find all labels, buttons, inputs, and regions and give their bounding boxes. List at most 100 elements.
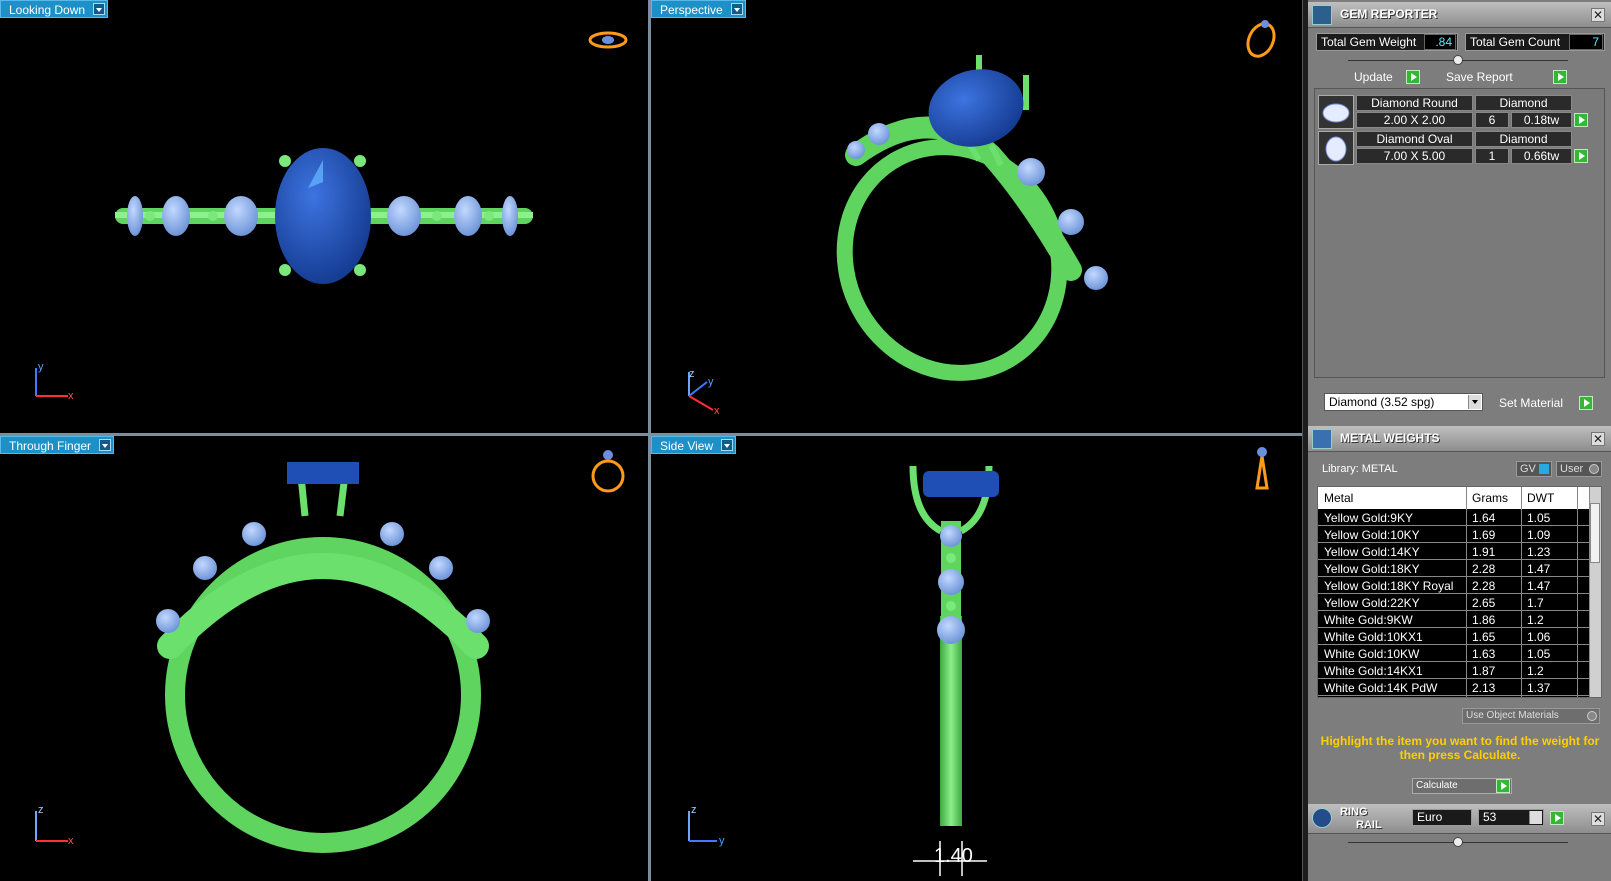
calculate-label: Calculate: [1416, 780, 1458, 791]
set-material-label: Set Material: [1499, 396, 1564, 410]
ring-rail-header[interactable]: RING RAIL Euro 53 ✕: [1308, 804, 1611, 834]
viewport-title: Looking Down: [9, 3, 86, 17]
chevron-down-icon[interactable]: [1529, 811, 1542, 824]
cell-metal: Yellow Gold:18KY: [1324, 562, 1420, 576]
cell-grams: 1.64: [1472, 511, 1496, 525]
ring-rail-slider-knob[interactable]: [1453, 837, 1463, 847]
ring-rail-go-icon[interactable]: [1550, 811, 1564, 825]
cell-grams: 1.87: [1472, 664, 1496, 678]
ring-size-standard[interactable]: Euro: [1412, 809, 1472, 826]
gv-toggle[interactable]: GV: [1516, 461, 1552, 477]
table-row[interactable]: Yellow Gold:18KY 2.28 1.47: [1318, 560, 1590, 577]
chevron-down-icon[interactable]: [1468, 395, 1481, 409]
table-row[interactable]: White Gold:10KX1 1.65 1.06: [1318, 628, 1590, 645]
small-ring-icon: [1255, 447, 1269, 490]
metal-weights-table[interactable]: Metal Grams DWT Yellow Gold:9KY 1.64 1.05 Y…: [1317, 486, 1602, 698]
user-label: User: [1560, 463, 1584, 475]
close-icon[interactable]: ✕: [1591, 812, 1605, 826]
viewport-tab-looking-down[interactable]: Looking Down: [0, 0, 109, 18]
table-row[interactable]: White Gold:14KX1 1.87 1.2: [1318, 662, 1590, 679]
viewport-splitter-horizontal[interactable]: [0, 433, 1302, 436]
library-label: Library: METAL: [1322, 463, 1398, 475]
table-row[interactable]: White Gold:9KW 1.86 1.2: [1318, 611, 1590, 628]
gem-weight: 0.18tw: [1511, 112, 1572, 128]
axis-label-y: y: [719, 835, 725, 847]
cell-grams: 2.13: [1472, 681, 1496, 695]
cell-grams: 1.69: [1472, 528, 1496, 542]
cell-dwt: 1.09: [1527, 528, 1551, 542]
axis-label-z: z: [689, 368, 695, 380]
gem-count: 1: [1475, 148, 1509, 164]
gem-slider-knob[interactable]: [1453, 55, 1463, 65]
round-diamond-thumbnail: [1318, 95, 1354, 129]
chevron-down-icon[interactable]: [93, 3, 106, 15]
viewport-through-finger[interactable]: z x Through Finger: [0, 436, 648, 881]
gem-row[interactable]: Diamond Oval Diamond 7.00 X 5.00 1 0.66t…: [1318, 131, 1602, 165]
column-divider: [1466, 487, 1467, 697]
cell-grams: 1.91: [1472, 545, 1496, 559]
user-toggle[interactable]: User: [1556, 461, 1602, 477]
chevron-down-icon[interactable]: [730, 3, 743, 15]
chevron-down-icon[interactable]: [721, 439, 734, 451]
cell-metal: White Gold:14K PdW: [1324, 681, 1438, 695]
column-metal: Metal: [1324, 491, 1354, 505]
axis-label-x: x: [714, 405, 720, 417]
viewport-title: Through Finger: [9, 439, 92, 453]
table-row[interactable]: White Gold:14K PdW 2.13 1.37: [1318, 679, 1590, 696]
cell-grams: 2.28: [1472, 562, 1496, 576]
viewport-perspective[interactable]: z y x Perspective: [651, 0, 1302, 433]
table-row[interactable]: Yellow Gold:14KY 1.91 1.23: [1318, 543, 1590, 560]
table-row[interactable]: Yellow Gold:18KY Royal 2.28 1.47: [1318, 577, 1590, 594]
save-report-go-icon[interactable]: [1553, 70, 1567, 84]
viewport-tab-through-finger[interactable]: Through Finger: [0, 436, 115, 454]
ring-size-select[interactable]: 53: [1478, 809, 1544, 826]
metal-weight-icon: [1312, 429, 1332, 449]
close-icon[interactable]: ✕: [1591, 432, 1605, 446]
set-material-button[interactable]: Set Material: [1499, 394, 1589, 412]
total-gem-weight-value: .84: [1424, 34, 1456, 50]
small-ring-icon: [1246, 20, 1276, 58]
table-scrollbar[interactable]: [1589, 487, 1601, 697]
viewport-tab-perspective[interactable]: Perspective: [651, 0, 746, 18]
table-row[interactable]: Yellow Gold:9KY 1.64 1.05: [1318, 509, 1590, 526]
gem-report-icon: [1312, 5, 1332, 25]
viewport-side-view[interactable]: 1.40 z y Side View: [651, 436, 1302, 881]
set-material-go-icon[interactable]: [1579, 396, 1593, 410]
gem-select-icon[interactable]: [1574, 149, 1588, 163]
table-row[interactable]: Yellow Gold:10KY 1.69 1.09: [1318, 526, 1590, 543]
axis-label-x: x: [68, 390, 74, 402]
update-button[interactable]: Update: [1354, 68, 1438, 86]
viewport-tab-side-view[interactable]: Side View: [651, 436, 737, 454]
cell-metal: Yellow Gold:10KY: [1324, 528, 1420, 542]
radio-icon: [1589, 464, 1599, 474]
metal-weights-title: METAL WEIGHTS: [1340, 431, 1440, 445]
chevron-down-icon[interactable]: [99, 439, 112, 451]
close-icon[interactable]: ✕: [1591, 8, 1605, 22]
cell-dwt: 1.23: [1527, 545, 1551, 559]
ring-rail-title-line1: RING: [1340, 806, 1368, 818]
table-row[interactable]: Yellow Gold:22KY 2.65 1.7: [1318, 594, 1590, 611]
gem-reporter-title: GEM REPORTER: [1340, 7, 1438, 21]
ring-rail-title-line2: RAIL: [1356, 819, 1382, 831]
gem-row[interactable]: Diamond Round Diamond 2.00 X 2.00 6 0.18…: [1318, 95, 1602, 129]
use-object-materials-toggle[interactable]: Use Object Materials: [1462, 708, 1600, 724]
save-report-label: Save Report: [1446, 70, 1513, 84]
material-select[interactable]: Diamond (3.52 spg): [1324, 393, 1483, 411]
calculate-go-icon[interactable]: [1496, 779, 1510, 793]
viewport-title: Side View: [660, 439, 714, 453]
save-report-button[interactable]: Save Report: [1446, 68, 1566, 86]
oval-diamond-thumbnail: [1318, 131, 1354, 165]
update-go-icon[interactable]: [1406, 70, 1420, 84]
cell-metal: Yellow Gold:22KY: [1324, 596, 1420, 610]
axis-label-z: z: [38, 804, 44, 816]
gem-select-icon[interactable]: [1574, 113, 1588, 127]
scrollbar-thumb[interactable]: [1590, 503, 1600, 563]
ring-top-view: y x: [35, 31, 628, 402]
metal-weights-header[interactable]: METAL WEIGHTS ✕: [1308, 426, 1611, 452]
update-button-label: Update: [1354, 70, 1393, 84]
table-row[interactable]: White Gold:10KW 1.63 1.05: [1318, 645, 1590, 662]
use-object-materials-label: Use Object Materials: [1466, 710, 1559, 721]
viewport-looking-down[interactable]: y x Looking Down: [0, 0, 648, 433]
gem-reporter-header[interactable]: GEM REPORTER ✕: [1308, 2, 1611, 28]
viewport-splitter-vertical[interactable]: [648, 0, 651, 881]
